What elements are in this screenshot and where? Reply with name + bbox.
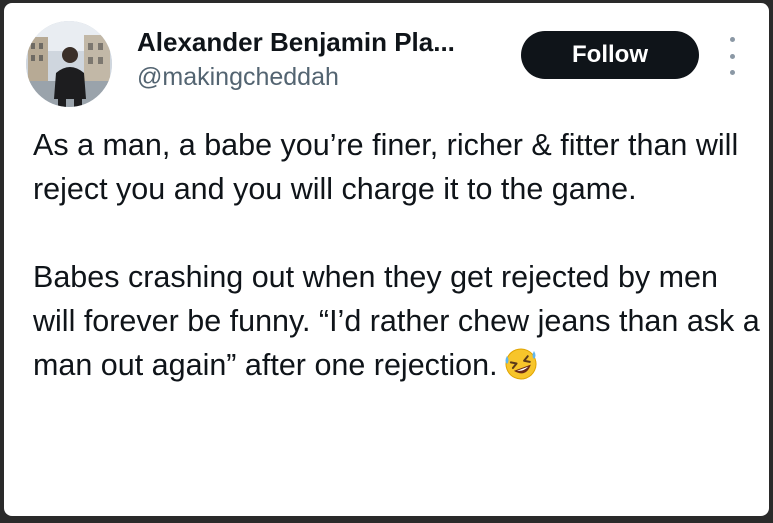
more-options-icon[interactable] (720, 37, 744, 75)
tweet-paragraph-with-emoji: Babes crashing out when they get rejecte… (33, 255, 761, 393)
screenshot-frame: Alexander Benjamin Pla... @makingcheddah… (0, 0, 773, 523)
more-dot (729, 70, 735, 75)
author-name[interactable]: Alexander Benjamin Pla... (137, 27, 455, 58)
more-dot (729, 53, 735, 59)
tweet-card: Alexander Benjamin Pla... @makingcheddah… (4, 3, 769, 516)
avatar-photo (26, 21, 112, 107)
author-handle[interactable]: @makingcheddah (137, 63, 339, 92)
follow-button[interactable]: Follow (521, 31, 699, 79)
follow-button-label: Follow (572, 41, 648, 68)
rolling-on-the-floor-laughing-emoji-icon (504, 347, 538, 393)
avatar[interactable] (26, 21, 112, 107)
tweet-paragraph: As a man, a babe you’re finer, richer & … (33, 128, 739, 206)
tweet-text: As a man, a babe you’re finer, richer & … (33, 123, 761, 393)
tweet-paragraph: Babes crashing out when they get rejecte… (33, 260, 760, 382)
more-dot (729, 37, 735, 42)
